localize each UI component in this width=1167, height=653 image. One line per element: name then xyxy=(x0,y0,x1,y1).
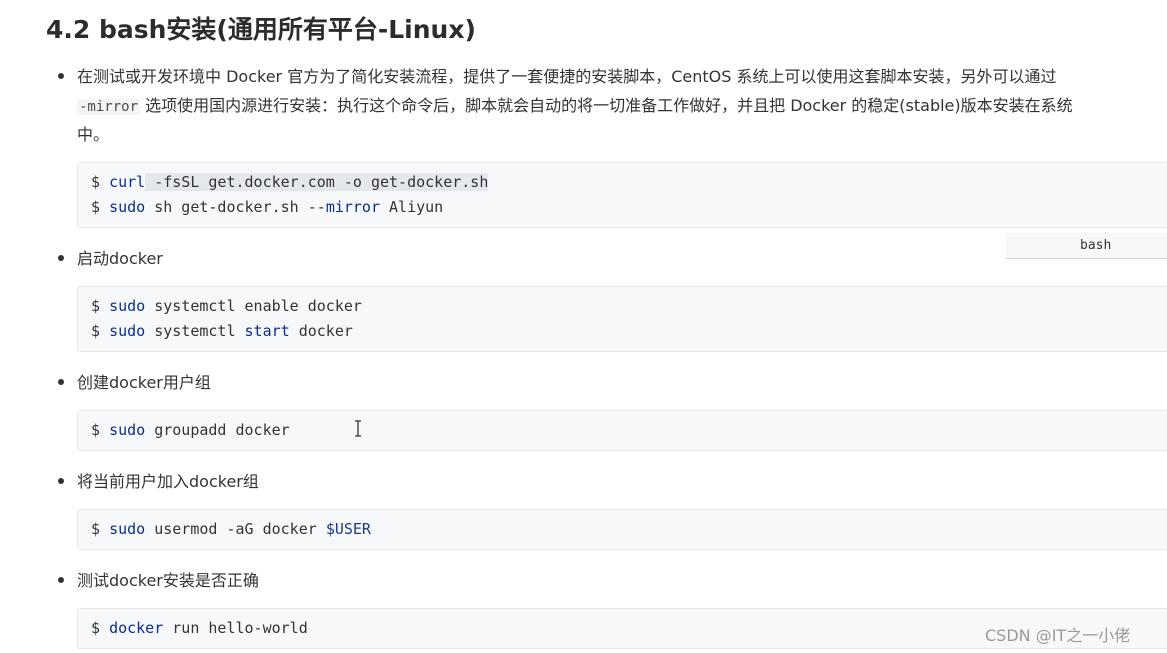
text-cursor-icon xyxy=(355,420,361,437)
code-block-usermod: $ sudo usermod -aG docker $USER xyxy=(77,509,1167,550)
code-block-start-docker: $ sudo systemctl enable docker $ sudo sy… xyxy=(77,286,1167,352)
code-keyword: docker xyxy=(109,619,164,637)
code-keyword: sudo xyxy=(109,322,146,340)
code-keyword: sudo xyxy=(109,297,146,315)
code-line: $ curl -fsSL get.docker.com -o get-docke… xyxy=(91,173,489,191)
code-line: $ sudo groupadd docker xyxy=(91,421,290,439)
bullet-dot xyxy=(58,478,64,484)
code-args-selected: -fsSL get.docker.com -o get-docker.sh xyxy=(145,173,489,191)
code-line: $ docker run hello-world xyxy=(91,619,308,637)
code-keyword: sudo xyxy=(109,421,146,439)
code-keyword: sudo xyxy=(109,520,146,538)
code-keyword: start xyxy=(244,322,290,340)
code-line: $ sudo usermod -aG docker $USER xyxy=(91,520,371,538)
code-keyword: curl xyxy=(109,173,146,191)
step-label: 启动docker xyxy=(77,249,163,268)
code-line: $ sudo systemctl enable docker xyxy=(91,297,362,315)
code-block-install: $ curl -fsSL get.docker.com -o get-docke… xyxy=(77,162,1167,228)
bullet-dot xyxy=(58,379,64,385)
bullet-dot xyxy=(58,73,64,79)
code-line: $ sudo sh get-docker.sh --mirror Aliyun xyxy=(91,198,444,216)
intro-line-2: -mirror 选项使用国内源进行安装：执行这个命令后，脚本就会自动的将一切准备… xyxy=(77,91,1073,122)
code-language-tag: bash xyxy=(1006,233,1167,259)
step-label: 测试docker安装是否正确 xyxy=(77,571,259,590)
inline-code-mirror: -mirror xyxy=(77,99,141,115)
code-block-groupadd: $ sudo groupadd docker xyxy=(77,410,1167,451)
watermark: CSDN @IT之一小佬 xyxy=(985,626,1131,645)
code-line: $ sudo systemctl start docker xyxy=(91,322,353,340)
bullet-dot xyxy=(58,255,64,261)
bullet-dot xyxy=(58,577,64,583)
code-keyword: sudo xyxy=(109,198,146,216)
section-heading: 4.2 bash安装(通用所有平台-Linux) xyxy=(46,15,476,44)
step-label: 创建docker用户组 xyxy=(77,373,211,392)
step-label: 将当前用户加入docker组 xyxy=(77,472,259,491)
intro-line-2-text: 选项使用国内源进行安装：执行这个命令后，脚本就会自动的将一切准备工作做好，并且把… xyxy=(140,96,1073,115)
intro-line-3: 中。 xyxy=(77,125,110,144)
code-keyword: mirror xyxy=(325,198,380,216)
intro-line-1: 在测试或开发环境中 Docker 官方为了简化安装流程，提供了一套便捷的安装脚本… xyxy=(77,67,1057,86)
code-variable: $USER xyxy=(325,520,371,538)
